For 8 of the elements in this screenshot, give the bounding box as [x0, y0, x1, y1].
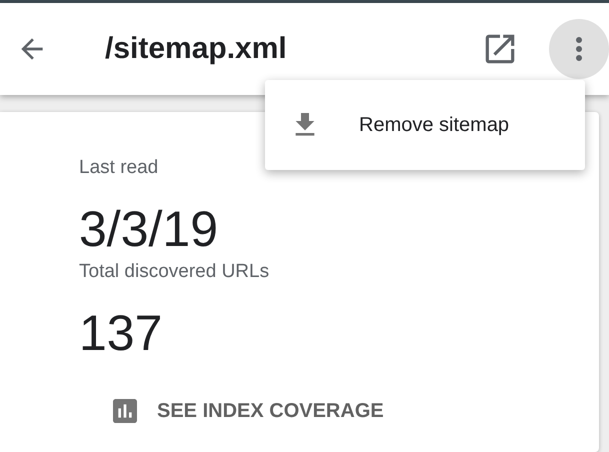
field-value: 137	[79, 304, 162, 363]
field-label: Total discovered URLs	[79, 260, 270, 284]
field-value: 3/3/19	[79, 200, 218, 259]
more-vertical-icon	[576, 37, 582, 61]
page-title: /sitemap.xml	[105, 32, 288, 66]
remove-sitemap-menu-item[interactable]: Remove sitemap	[265, 94, 585, 156]
field-label: Last read	[79, 156, 158, 180]
see-index-coverage-link[interactable]: SEE INDEX COVERAGE	[109, 395, 384, 427]
